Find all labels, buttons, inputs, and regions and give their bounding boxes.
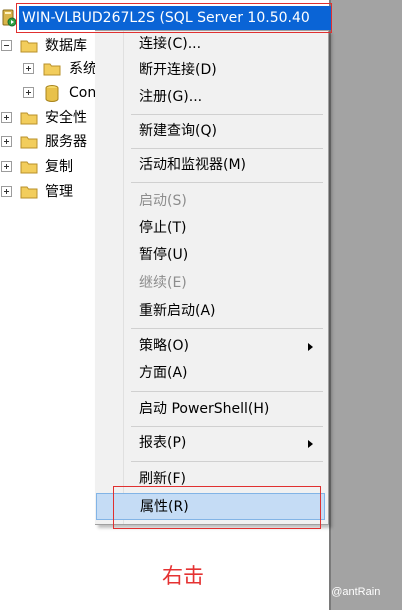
menu-separator [131, 461, 323, 462]
menu-separator [131, 148, 323, 149]
server-running-icon [1, 9, 17, 27]
submenu-arrow-icon [308, 440, 313, 448]
menu-item-label: 策略(O) [139, 338, 189, 354]
expand-icon[interactable] [1, 112, 12, 123]
folder-icon [20, 135, 38, 149]
database-icon [45, 85, 59, 102]
expand-icon[interactable] [23, 63, 34, 74]
menu-item-facets[interactable]: 方面(A) [95, 360, 327, 387]
menu-separator [131, 391, 323, 392]
tree-item-security[interactable]: 安全性 [0, 107, 95, 129]
expand-icon[interactable] [1, 136, 12, 147]
tree-item-label: Con [69, 85, 97, 101]
tree-item-server-objects[interactable]: 服务器 [0, 131, 95, 153]
tree-item-label: 管理 [45, 184, 73, 200]
tree-item-databases[interactable]: 数据库 [0, 35, 95, 57]
tree-item-label: 系统 [69, 61, 97, 77]
menu-separator [131, 426, 323, 427]
menu-item-connect[interactable]: 连接(C)... [95, 31, 327, 58]
menu-item-register[interactable]: 注册(G)... [95, 84, 327, 111]
menu-item-refresh[interactable]: 刷新(F) [95, 466, 327, 493]
menu-item-properties[interactable]: 属性(R) [96, 493, 325, 520]
folder-icon [20, 111, 38, 125]
menu-item-pause[interactable]: 暂停(U) [95, 242, 327, 269]
expand-icon[interactable] [1, 186, 12, 197]
menu-separator [131, 114, 323, 115]
expand-icon[interactable] [1, 161, 12, 172]
folder-icon [20, 39, 38, 53]
menu-item-activity-monitor[interactable]: 活动和监视器(M) [95, 152, 327, 179]
tree-item-replication[interactable]: 复制 [0, 156, 95, 178]
menu-item-policies[interactable]: 策略(O) [95, 333, 327, 360]
menu-item-resume: 继续(E) [139, 275, 187, 291]
tree-item-database[interactable]: Con [0, 82, 97, 104]
menu-item-stop[interactable]: 停止(T) [95, 215, 327, 242]
menu-item-start-powershell[interactable]: 启动 PowerShell(H) [95, 396, 327, 423]
right-click-annotation: 右击 [162, 564, 204, 588]
context-menu: 连接(C)... 断开连接(D) 注册(G)... 新建查询(Q) 活动和监视器… [95, 30, 329, 525]
folder-icon [20, 160, 38, 174]
menu-item-disconnect[interactable]: 断开连接(D) [95, 57, 327, 84]
menu-item-restart[interactable]: 重新启动(A) [95, 298, 327, 325]
collapse-icon[interactable] [1, 40, 12, 51]
menu-separator [131, 182, 323, 183]
folder-icon [20, 185, 38, 199]
server-node[interactable]: WIN-VLBUD267L2S (SQL Server 10.50.40 [0, 6, 332, 30]
tree-item-management[interactable]: 管理 [0, 181, 95, 203]
submenu-arrow-icon [308, 343, 313, 351]
menu-item-label: 报表(P) [139, 435, 187, 451]
object-explorer-border [329, 0, 331, 610]
tree-item-label: 复制 [45, 159, 73, 175]
tree-item-label: 服务器 [45, 134, 87, 150]
tree-item-label: 安全性 [45, 110, 87, 126]
menu-item-new-query[interactable]: 新建查询(Q) [95, 118, 327, 145]
expand-icon[interactable] [23, 87, 34, 98]
watermark: CSDN @antRain [297, 586, 381, 598]
menu-item-start: 启动(S) [139, 193, 187, 209]
folder-icon [43, 62, 61, 76]
server-node-label: WIN-VLBUD267L2S (SQL Server 10.50.40 [19, 6, 331, 30]
tree-item-system-databases[interactable]: 系统 [0, 58, 97, 80]
tree-item-label: 数据库 [45, 38, 87, 54]
menu-separator [131, 328, 323, 329]
background-area [331, 0, 402, 610]
menu-item-reports[interactable]: 报表(P) [95, 430, 327, 457]
